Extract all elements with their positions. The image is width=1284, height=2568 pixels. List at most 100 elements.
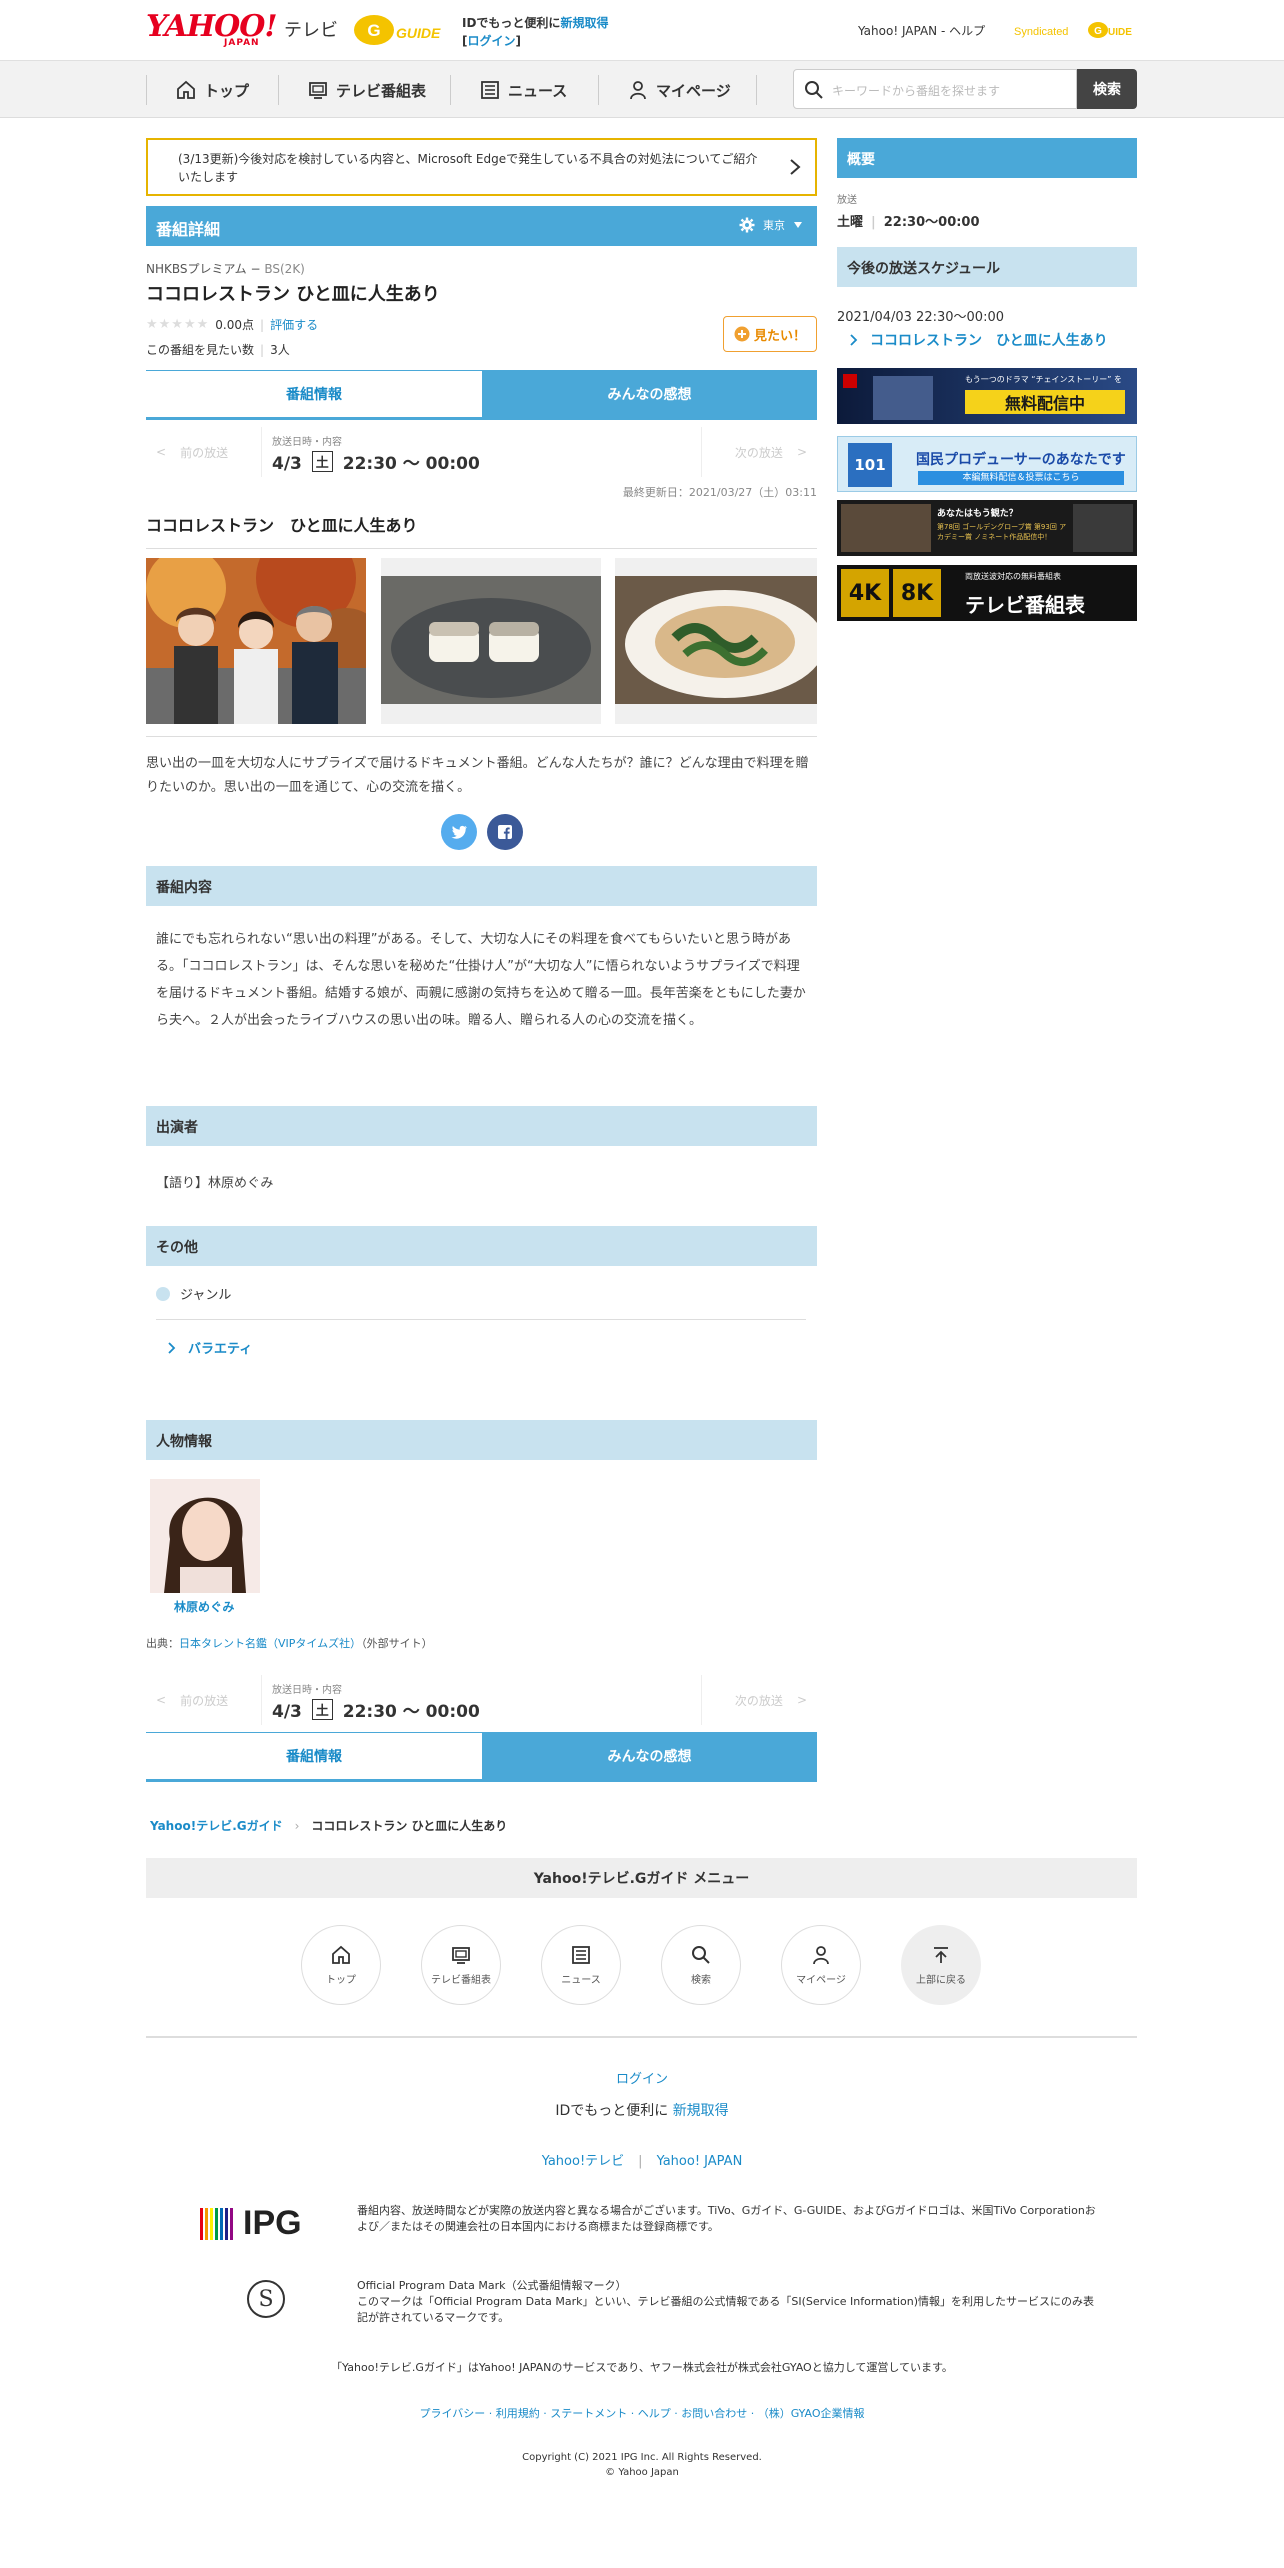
footer-service-links: Yahoo!テレビ | Yahoo! JAPAN	[541, 2154, 743, 2169]
last-updated: 最終更新日：2021/03/27（土）03:11	[622, 486, 817, 499]
ad-sub-text: 両放送波対応の無料番組表	[965, 572, 1061, 581]
footer-login[interactable]: ログイン	[616, 2072, 668, 2087]
caret-down-icon	[794, 222, 802, 228]
nav-item-label: テレビ番組表	[336, 81, 427, 100]
ad-banner-signal[interactable]: もう一つのドラマ “チェインストーリー” を 無料配信中	[837, 368, 1137, 424]
footer-policy-links[interactable]: プライバシー · 利用規約 · ステートメント · ヘルプ · お問い合わせ ·…	[0, 2405, 1284, 2421]
footer-search-button[interactable]: 検索	[661, 1925, 741, 2005]
broadcast-row-bottom: < 前の放送 放送日時・内容 4/3 土 22:30 〜 00:00 次の放送 >	[146, 1675, 817, 1725]
nav-item-label: ニュース	[508, 81, 568, 100]
footer-menu-title: Yahoo!テレビ.Gガイド メニュー	[146, 1858, 1137, 1898]
channel-info: NHKBSプレミアム − BS(2K)	[146, 262, 305, 276]
program-title: ココロレストラン ひと皿に人生あり	[146, 284, 440, 305]
chevron-left-icon: <	[156, 1693, 167, 1707]
search-input[interactable]: キーワードから番組を探せます	[793, 69, 1077, 109]
footer-login-link: ログイン	[0, 2068, 1284, 2087]
source-link[interactable]: 日本タレント名鑑（VIPタイムズ社）	[179, 1637, 361, 1650]
yahoo-japan-link[interactable]: Yahoo! JAPAN	[858, 24, 937, 38]
footer-id-text: IDでもっと便利に	[555, 2103, 669, 2119]
nav-item-news[interactable]: ニュース	[480, 76, 567, 104]
gguide-logo[interactable]: G GUIDE	[352, 12, 448, 48]
region-selector[interactable]: 東京	[739, 217, 803, 233]
ad-main-text: 国民プロデューサーのあなたです	[916, 452, 1126, 468]
genre-value: バラエティ	[188, 1342, 253, 1357]
login-link[interactable]: ログイン	[467, 34, 515, 48]
signup-link[interactable]: 新規取得	[560, 16, 608, 30]
person-photo[interactable]	[150, 1479, 260, 1593]
nav-item-mypage[interactable]: マイページ	[628, 76, 731, 104]
footer-tv-listings-button[interactable]: テレビ番組表	[421, 1925, 501, 2005]
header: YAHOO! JAPAN テレビ G GUIDE IDでもっと便利に新規取得 […	[0, 0, 1284, 60]
broadcast-date: 4/3	[272, 454, 302, 474]
section-title: 番組詳細	[156, 220, 221, 239]
yahoo-japan-logo-sub: JAPAN	[224, 38, 260, 48]
nav-item-label: マイページ	[656, 81, 731, 100]
broadcast-datetime: 4/3 土 22:30 〜 00:00	[272, 1697, 480, 1722]
tab-program-info[interactable]: 番組情報	[146, 370, 482, 417]
official-mark-text: Official Program Data Mark（公式番組情報マーク） この…	[357, 2278, 1097, 2326]
notice-banner[interactable]: (3/13更新)今後対応を検討している内容と、Microsoft Edgeで発生…	[146, 138, 817, 196]
facebook-share-button[interactable]	[487, 814, 523, 850]
program-content-text: 誰にでも忘れられない“思い出の料理”がある。そして、大切な人にその料理を食べても…	[156, 932, 806, 1028]
photo-sushi-image	[381, 558, 601, 724]
channel-name: NHKBSプレミアム	[146, 262, 247, 276]
person-name-link[interactable]: 林原めぐみ	[174, 1598, 234, 1615]
search-button[interactable]: 検索	[1077, 69, 1137, 109]
prev-label: 前の放送	[180, 445, 229, 460]
tv-logo-text[interactable]: テレビ	[284, 16, 338, 42]
footer-mypage-button[interactable]: マイページ	[781, 1925, 861, 2005]
sidebar-broadcast-label: 放送	[837, 195, 857, 206]
program-photo-1[interactable]	[146, 558, 366, 724]
prev-broadcast-button[interactable]: < 前の放送	[146, 427, 262, 477]
program-photo-3[interactable]	[615, 558, 817, 724]
rate-link[interactable]: 評価する	[270, 316, 318, 333]
help-link[interactable]: ヘルプ	[949, 24, 985, 38]
footer-news-button[interactable]: ニュース	[541, 1925, 621, 2005]
next-broadcast-button[interactable]: 次の放送 >	[701, 1675, 817, 1725]
nav-item-tv-listings[interactable]: テレビ番組表	[308, 76, 426, 104]
genre-label: ジャンル	[180, 1288, 232, 1303]
id-message: IDでもっと便利に新規取得 [ログイン]	[462, 16, 609, 48]
footer-back-to-top-button[interactable]: 上部に戻る	[901, 1925, 981, 2005]
broadcast-time: 22:30 〜 00:00	[342, 1702, 480, 1722]
nav-item-top[interactable]: トップ	[176, 76, 249, 104]
footer-signup-link[interactable]: 新規取得	[673, 2103, 729, 2119]
program-tabs-bottom: 番組情報 みんなの感想	[146, 1732, 817, 1782]
schedule-link[interactable]: ココロレストラン ひと皿に人生あり	[850, 330, 1108, 350]
ad-main-text: テレビ番組表	[965, 593, 1085, 617]
want-to-watch-button[interactable]: 見たい！	[723, 316, 817, 352]
ad-banner-produce101[interactable]: 101 国民プロデューサーのあなたです 本編無料配信＆投票はこちら	[837, 436, 1137, 492]
genre-link[interactable]: バラエティ	[168, 1338, 252, 1357]
footer-yahoo-tv-link[interactable]: Yahoo!テレビ	[542, 2154, 624, 2169]
search-placeholder: キーワードから番組を探せます	[832, 84, 1001, 98]
program-subtitle: ココロレストラン ひと皿に人生あり	[146, 512, 817, 549]
ad-banner-gguide[interactable]: 4K 8K 両放送波対応の無料番組表 テレビ番組表	[837, 565, 1137, 621]
photo-pasta-image	[615, 558, 817, 724]
breadcrumb-root[interactable]: Yahoo!テレビ.Gガイド	[150, 1817, 283, 1834]
twitter-share-button[interactable]	[441, 814, 477, 850]
nav-item-label: トップ	[204, 81, 250, 100]
program-photo-2[interactable]	[381, 558, 601, 724]
twitter-icon	[451, 825, 467, 839]
ad-main-text: 無料配信中	[965, 390, 1125, 414]
next-broadcast-button[interactable]: 次の放送 >	[701, 427, 817, 477]
rating-row: ★★★★★ 0.00点 | 評価する	[146, 316, 319, 333]
copyright-ipg: Copyright (C) 2021 IPG Inc. All Rights R…	[522, 2452, 762, 2463]
tv-icon	[309, 82, 327, 99]
footer-button-label: トップ	[326, 1974, 356, 1986]
tab-program-info[interactable]: 番組情報	[146, 1732, 482, 1779]
cast-section-header: 出演者	[146, 1106, 817, 1146]
overview-header: 概要	[837, 138, 1137, 178]
footer-top-button[interactable]: トップ	[301, 1925, 381, 2005]
prev-broadcast-button[interactable]: < 前の放送	[146, 1675, 262, 1725]
tab-reviews[interactable]: みんなの感想	[482, 1732, 817, 1779]
tab-reviews[interactable]: みんなの感想	[482, 370, 817, 417]
schedule-date: 2021/04/03 22:30～00:00	[837, 310, 1004, 325]
footer-button-label: テレビ番組表	[431, 1974, 491, 1986]
ad-banner-awards[interactable]: あなたはもう観た？ 第78回 ゴールデングローブ賞 第93回 アカデミー賞 ノミ…	[837, 500, 1137, 556]
facebook-icon	[498, 825, 512, 839]
svg-text:UIDE: UIDE	[1108, 27, 1132, 38]
notice-text: (3/13更新)今後対応を検討している内容と、Microsoft Edgeで発生…	[178, 152, 758, 184]
channel-sub: BS(2K)	[264, 262, 305, 276]
footer-yahoo-japan-link[interactable]: Yahoo! JAPAN	[657, 2154, 743, 2169]
